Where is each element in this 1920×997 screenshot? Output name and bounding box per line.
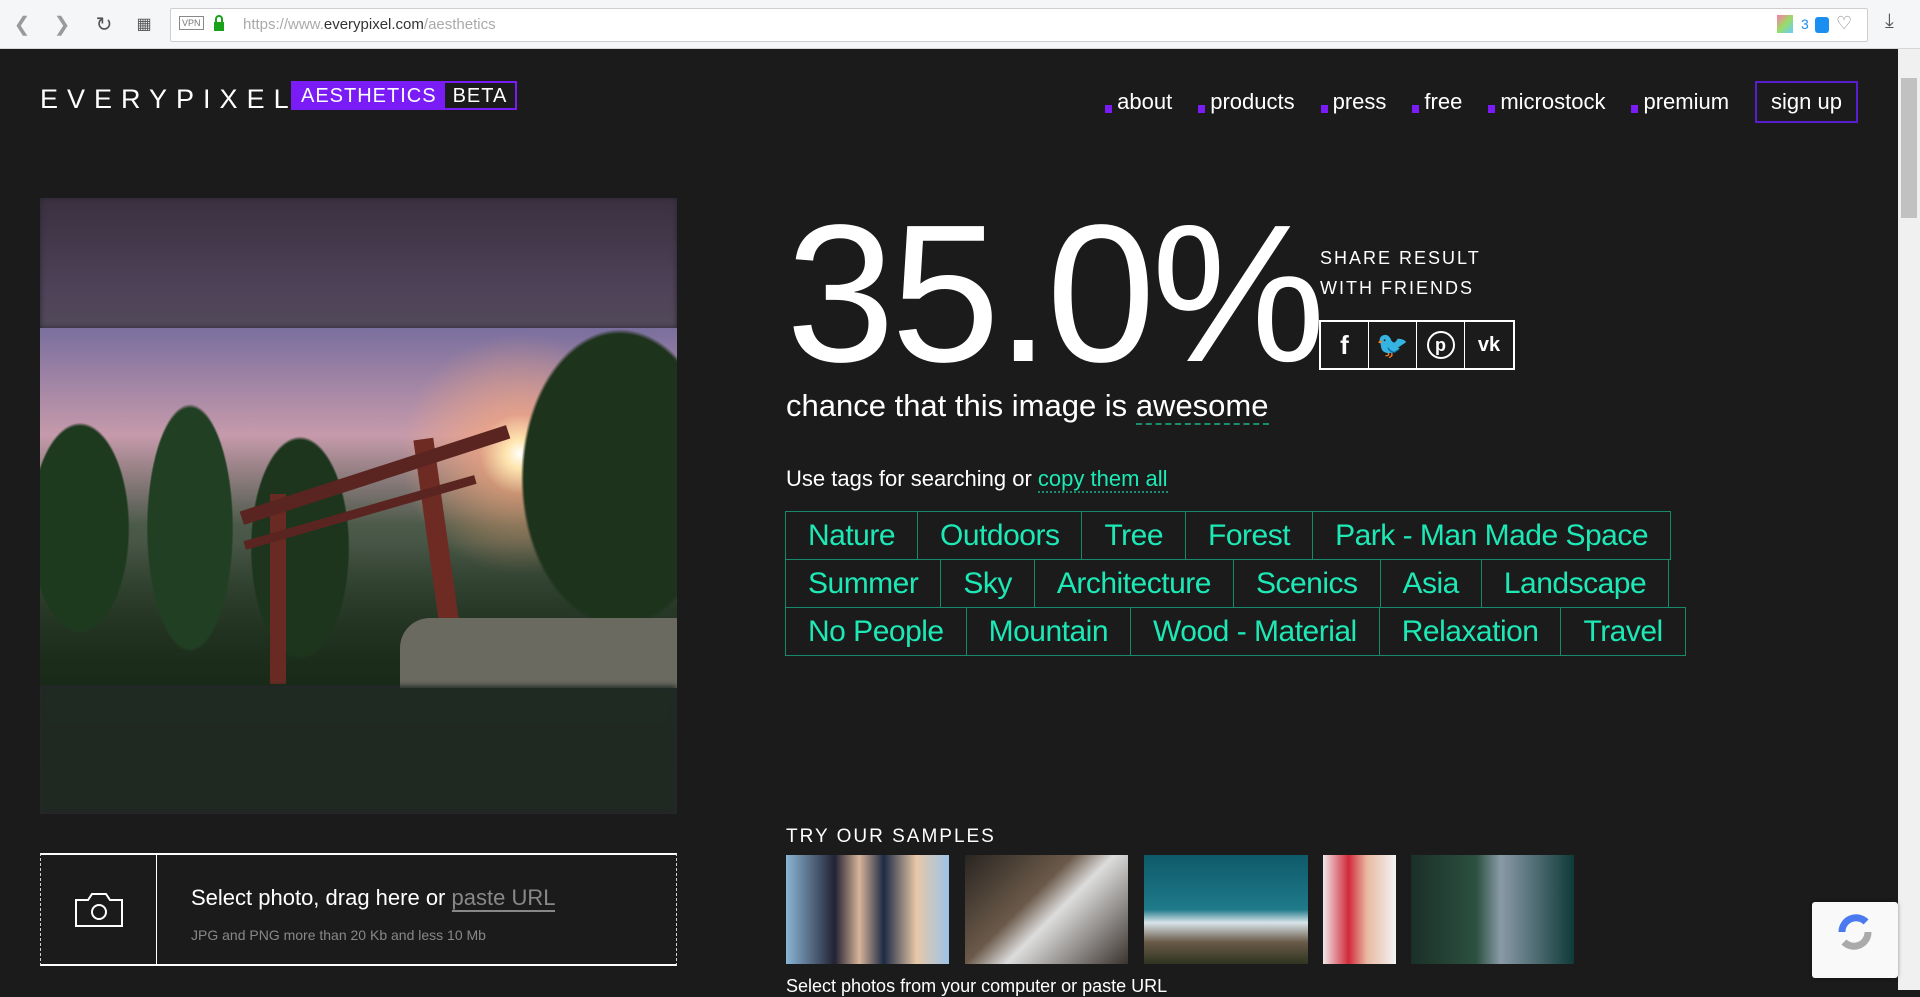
chance-text: chance that this image is awesome (786, 388, 1269, 425)
nav-press[interactable]: press (1320, 89, 1386, 115)
nav-premium[interactable]: premium (1631, 89, 1729, 115)
logo[interactable]: EVERYPIXEL (40, 84, 298, 115)
tag[interactable]: Mountain (965, 607, 1132, 656)
extension-icon[interactable] (1777, 15, 1793, 33)
aesthetics-badge: AESTHETICS BETA (291, 81, 518, 110)
nav-about[interactable]: about (1105, 89, 1172, 115)
samples-title: TRY OUR SAMPLES (786, 826, 996, 847)
upload-dropzone[interactable]: Select photo, drag here or paste URL JPG… (40, 853, 677, 966)
tag-row: Nature Outdoors Tree Forest Park - Man Made … (785, 511, 1686, 560)
forward-icon[interactable]: ❯ (50, 12, 74, 37)
tag[interactable]: Scenics (1232, 559, 1381, 608)
tag[interactable]: Nature (785, 511, 919, 560)
tag[interactable]: No People (785, 607, 967, 656)
tag[interactable]: Park - Man Made Space (1312, 511, 1672, 560)
tag[interactable]: Wood - Material (1130, 607, 1380, 656)
url-domain: everypixel.com (323, 16, 424, 33)
nav-microstock[interactable]: microstock (1488, 89, 1605, 115)
url-text[interactable]: https://www.everypixel.com/aesthetics (243, 16, 496, 33)
recaptcha-badge[interactable] (1812, 902, 1898, 978)
facebook-icon[interactable]: f (1321, 322, 1369, 368)
tabs-grid-icon[interactable]: ▦ (132, 14, 156, 34)
upload-camera-button[interactable] (41, 855, 157, 964)
analyzed-image (40, 198, 677, 814)
nav-free[interactable]: free (1412, 89, 1462, 115)
main-nav: about products press free microstock pre… (1079, 81, 1858, 123)
heart-icon[interactable]: ♡ (1836, 13, 1852, 34)
badge-aesthetics: AESTHETICS (293, 83, 445, 108)
pinterest-icon[interactable]: p (1417, 322, 1465, 368)
browser-toolbar: ❮ ❯ ↻ ▦ VPN https://www.everypixel.com/a… (0, 0, 1920, 49)
share-label: SHARE RESULT WITH FRIENDS (1320, 248, 1481, 298)
tag[interactable]: Sky (940, 559, 1035, 608)
address-bar[interactable]: VPN https://www.everypixel.com/aesthetic… (170, 8, 1868, 42)
upload-hint: JPG and PNG more than 20 Kb and less 10 … (191, 927, 486, 943)
tags-intro: Use tags for searching or copy them all (786, 466, 1168, 493)
tag[interactable]: Summer (785, 559, 942, 608)
paste-url-link[interactable]: paste URL (451, 885, 556, 912)
samples-footer: Select photos from your computer or past… (786, 976, 1168, 996)
awesome-link[interactable]: awesome (1135, 388, 1269, 425)
back-icon[interactable]: ❮ (10, 12, 34, 37)
url-path: /aesthetics (423, 16, 496, 33)
scrollbar-thumb[interactable] (1901, 78, 1917, 218)
tag[interactable]: Outdoors (917, 511, 1083, 560)
tag-row: No People Mountain Wood - Material Relaxati… (785, 607, 1686, 656)
nav-products[interactable]: products (1198, 89, 1295, 115)
camera-icon (74, 892, 123, 927)
reload-icon[interactable]: ↻ (92, 12, 116, 37)
vpn-badge[interactable]: VPN (179, 16, 204, 30)
recaptcha-icon (1838, 914, 1872, 950)
sample-mountains[interactable] (1144, 855, 1308, 964)
download-icon[interactable]: ⤓ (1885, 10, 1894, 33)
sample-office-desk[interactable] (965, 855, 1128, 964)
tag-list: Nature Outdoors Tree Forest Park - Man Made … (785, 511, 1686, 656)
tag[interactable]: Forest (1185, 511, 1314, 560)
extension-count: 3 (1801, 16, 1809, 32)
copy-tags-link[interactable]: copy them all (1037, 466, 1168, 493)
vk-icon[interactable]: vk (1465, 322, 1513, 368)
twitter-icon[interactable]: 🐦 (1369, 322, 1417, 368)
sign-up-button[interactable]: sign up (1755, 81, 1858, 123)
sample-family-nature[interactable] (1411, 855, 1574, 964)
tag[interactable]: Landscape (1480, 559, 1670, 608)
badge-beta: BETA (452, 85, 508, 107)
sample-couple[interactable] (1323, 855, 1396, 964)
upload-instruction: Select photo, drag here or paste URL (191, 885, 556, 912)
url-prefix: https://www. (243, 16, 324, 33)
tag[interactable]: Architecture (1033, 559, 1234, 608)
tag[interactable]: Relaxation (1378, 607, 1562, 656)
social-buttons: f 🐦 p vk (1319, 320, 1515, 370)
tag[interactable]: Asia (1379, 559, 1482, 608)
aesthetic-score: 35.0% (786, 184, 1326, 403)
tag[interactable]: Tree (1081, 511, 1187, 560)
tag[interactable]: Travel (1560, 607, 1686, 656)
shield-icon[interactable] (1815, 17, 1829, 33)
sample-business-team[interactable] (786, 855, 949, 964)
tag-row: Summer Sky Architecture Scenics Asia Landscap… (785, 559, 1686, 608)
lock-icon (214, 15, 224, 31)
